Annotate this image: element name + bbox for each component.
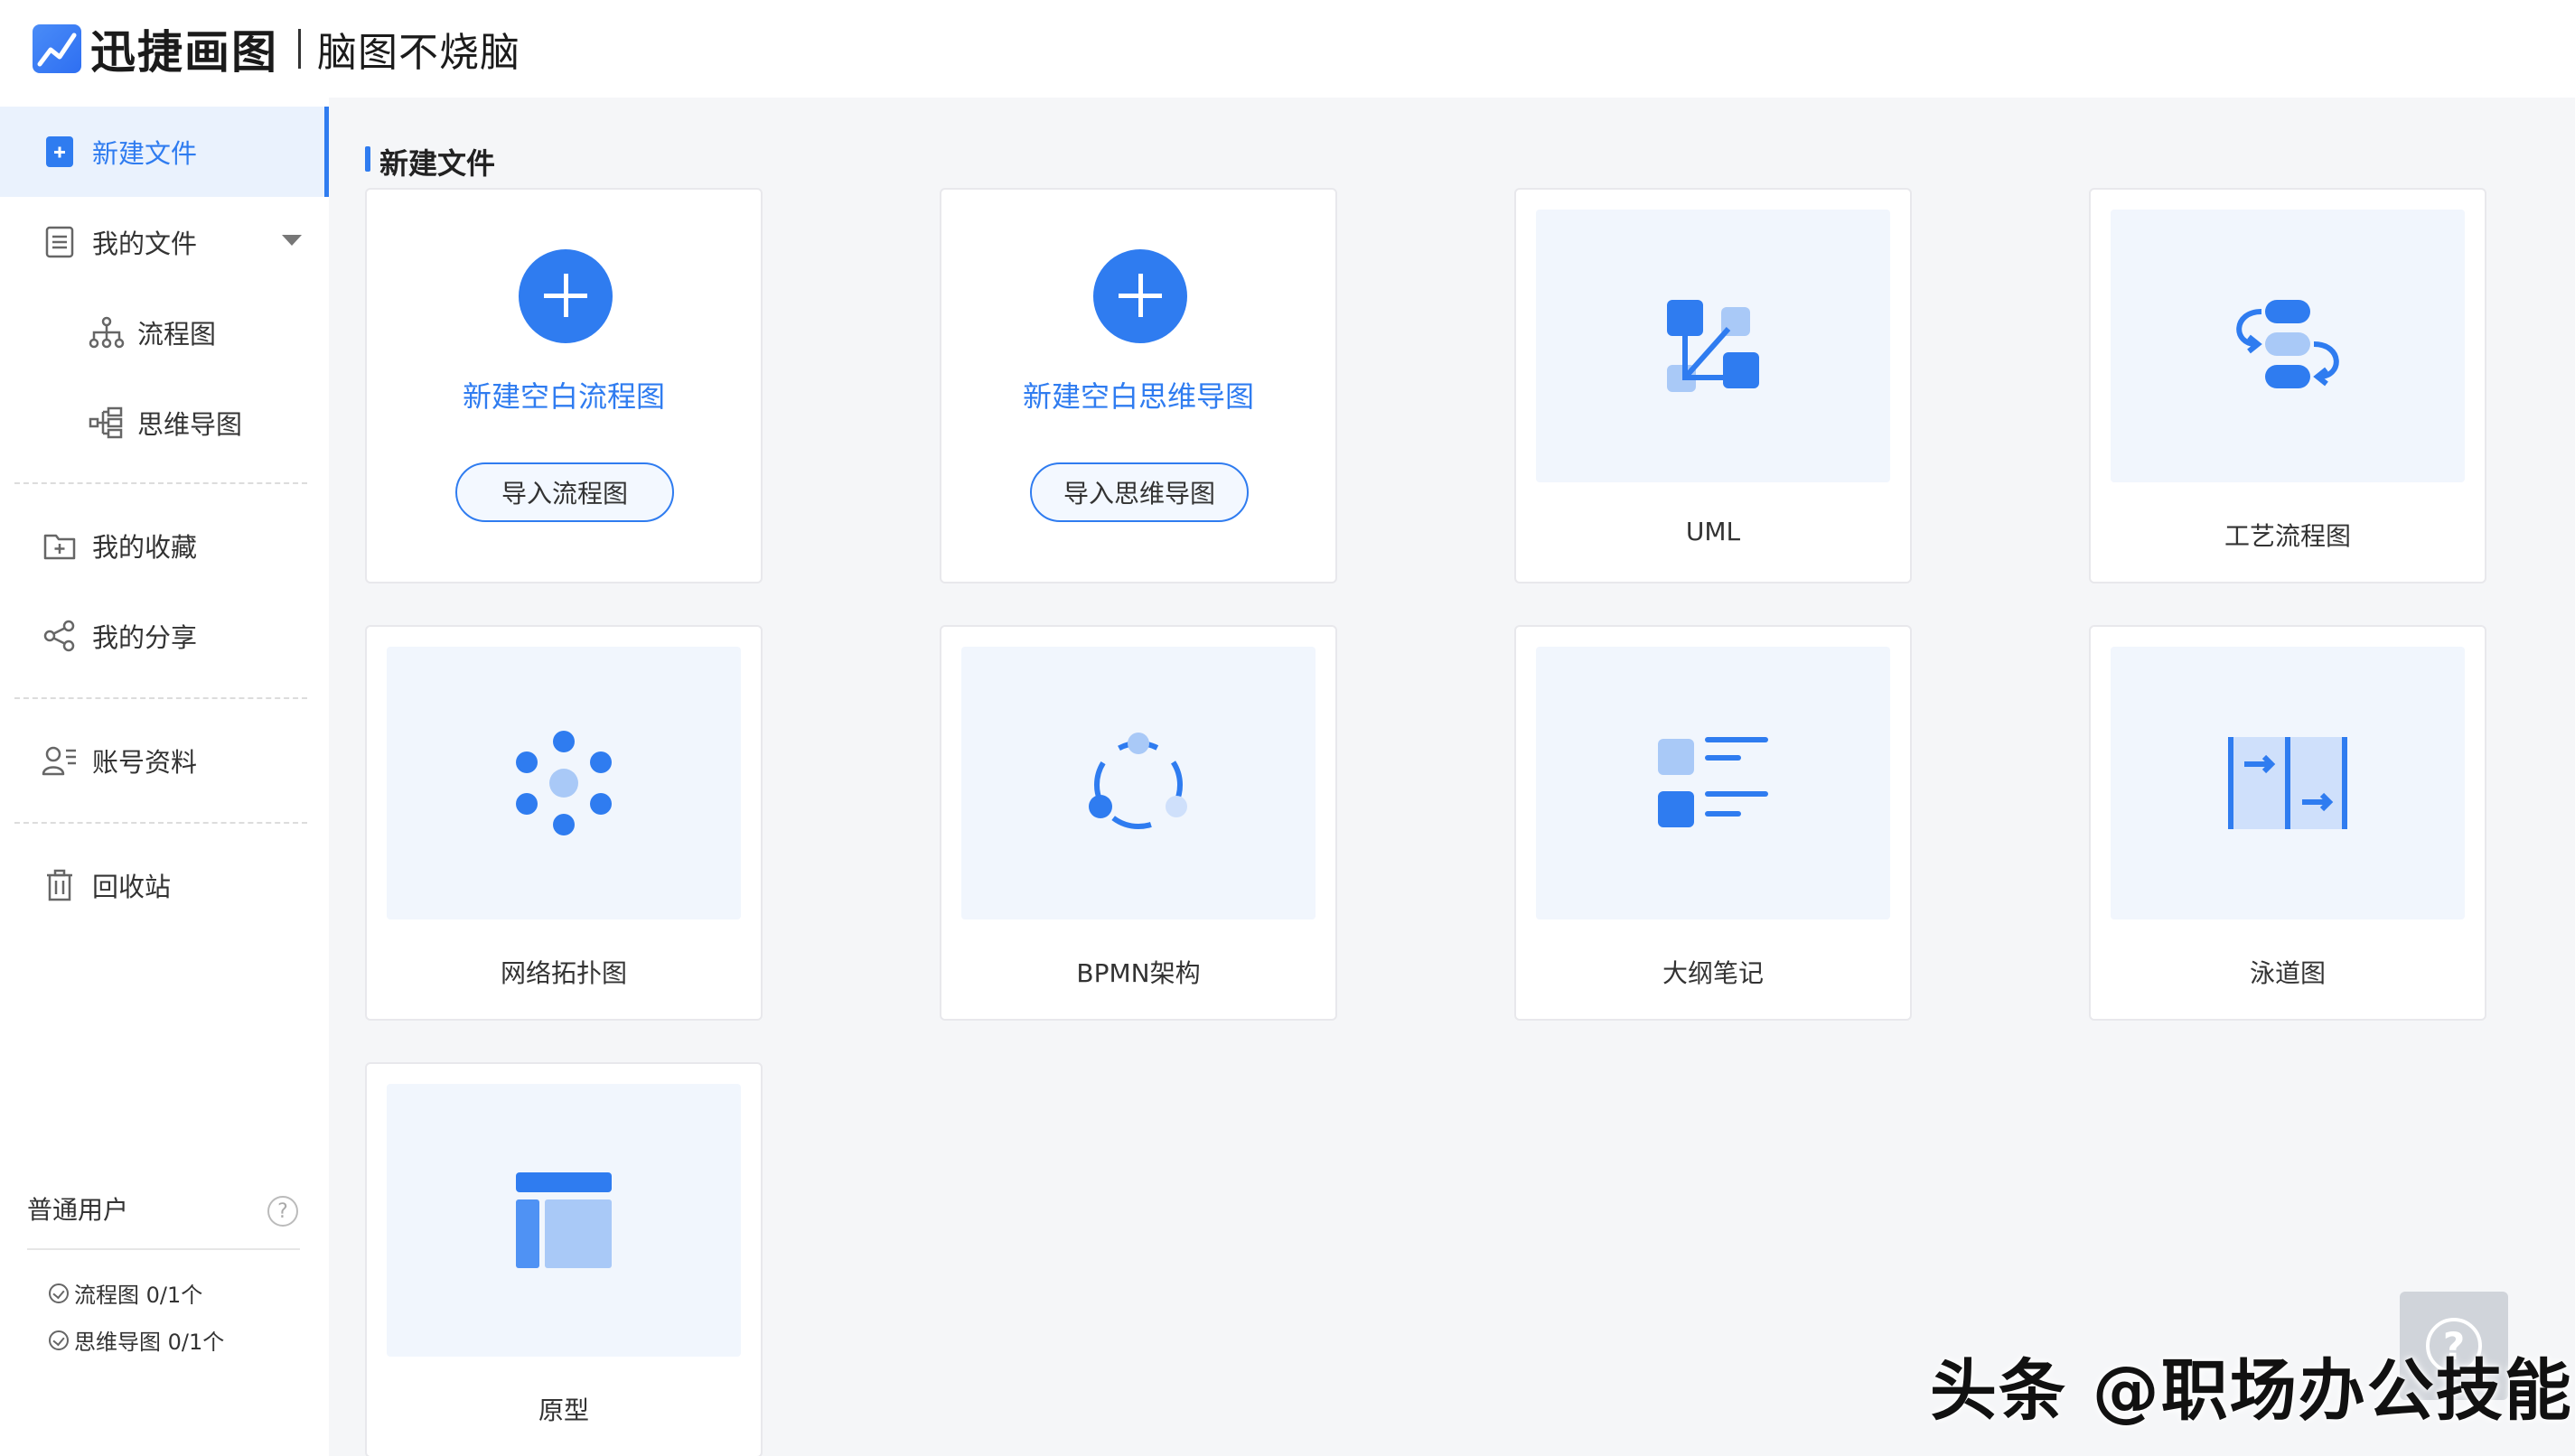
logo-separator bbox=[298, 29, 301, 69]
trash-icon bbox=[42, 867, 78, 903]
share-icon bbox=[42, 618, 78, 654]
new-file-icon bbox=[42, 134, 78, 170]
template-thumbnail bbox=[387, 1084, 741, 1357]
folder-plus-icon bbox=[42, 527, 78, 564]
process-flow-icon bbox=[2236, 300, 2339, 388]
template-thumbnail bbox=[1536, 210, 1890, 482]
check-circle-icon bbox=[49, 1283, 69, 1303]
app-header: 迅捷画图 脑图不烧脑 bbox=[0, 0, 2575, 98]
quota-label: 思维导图 0/1个 bbox=[74, 1330, 225, 1355]
template-thumbnail bbox=[961, 647, 1316, 919]
template-name: 原型 bbox=[538, 1395, 589, 1425]
sidebar-divider bbox=[14, 482, 307, 484]
template-thumbnail bbox=[387, 647, 741, 919]
template-thumbnail bbox=[2111, 210, 2465, 482]
sidebar-item-share[interactable]: 我的分享 bbox=[0, 591, 329, 681]
sidebar-item-my-files[interactable]: 我的文件 bbox=[0, 197, 329, 287]
logo-icon[interactable] bbox=[33, 24, 81, 73]
sidebar-item-favorites[interactable]: 我的收藏 bbox=[0, 500, 329, 591]
template-name: 工艺流程图 bbox=[2224, 521, 2351, 551]
template-card-network-topology[interactable]: 网络拓扑图 bbox=[365, 625, 763, 1021]
sidebar-item-mindmap[interactable]: 思维导图 bbox=[0, 378, 329, 468]
template-card-bpmn[interactable]: BPMN架构 bbox=[940, 625, 1337, 1021]
sidebar-item-label: 思维导图 bbox=[137, 409, 243, 440]
template-thumbnail bbox=[1536, 647, 1890, 919]
template-name: 网络拓扑图 bbox=[500, 958, 627, 988]
bpmn-icon bbox=[1089, 733, 1187, 829]
template-name: 泳道图 bbox=[2249, 958, 2326, 988]
template-name: 大纲笔记 bbox=[1662, 958, 1764, 988]
sidebar-item-account[interactable]: 账号资料 bbox=[0, 715, 329, 806]
swimlane-icon bbox=[2228, 737, 2347, 829]
sidebar-item-label: 账号资料 bbox=[92, 747, 198, 778]
sidebar-divider bbox=[14, 697, 307, 699]
main-content: 新建文件 新建空白流程图 导入流程图 新建空白思维导图 导入思维导图 UML 工… bbox=[329, 98, 2575, 1456]
network-topology-icon bbox=[516, 731, 612, 835]
plus-icon[interactable] bbox=[1093, 249, 1187, 343]
section-title: 新建文件 bbox=[365, 141, 495, 182]
sidebar-divider bbox=[14, 822, 307, 824]
check-circle-icon bbox=[49, 1330, 69, 1350]
user-divider bbox=[27, 1248, 300, 1250]
help-icon[interactable]: ? bbox=[267, 1196, 298, 1227]
app-name[interactable]: 迅捷画图 bbox=[90, 16, 278, 81]
sidebar-item-flowchart[interactable]: 流程图 bbox=[0, 287, 329, 378]
sidebar-item-new-file[interactable]: 新建文件 bbox=[0, 107, 329, 197]
quota-flowchart: 流程图 0/1个 bbox=[49, 1277, 202, 1309]
import-flowchart-button[interactable]: 导入流程图 bbox=[455, 462, 674, 522]
sidebar-item-label: 我的文件 bbox=[92, 229, 198, 259]
sidebar: 新建文件 我的文件 流程图 思维导图 我的收藏 我的分享 账号资料 回收站 普通… bbox=[0, 98, 329, 1456]
new-blank-flowchart-label[interactable]: 新建空白流程图 bbox=[367, 374, 761, 415]
mindmap-icon bbox=[89, 405, 125, 441]
uml-icon bbox=[1667, 300, 1759, 392]
sidebar-item-label: 流程图 bbox=[137, 319, 217, 350]
template-card-process-flow[interactable]: 工艺流程图 bbox=[2089, 188, 2486, 583]
sidebar-item-label: 我的收藏 bbox=[92, 532, 198, 563]
new-blank-flowchart-card[interactable]: 新建空白流程图 导入流程图 bbox=[365, 188, 763, 583]
user-type-label: 普通用户 bbox=[27, 1195, 129, 1225]
plus-icon[interactable] bbox=[519, 249, 613, 343]
document-icon bbox=[42, 224, 78, 260]
prototype-icon bbox=[516, 1172, 612, 1268]
watermark-text: 头条 @职场办公技能 bbox=[1930, 1352, 2573, 1430]
sidebar-item-label: 回收站 bbox=[92, 872, 172, 902]
new-blank-mindmap-label[interactable]: 新建空白思维导图 bbox=[941, 374, 1335, 415]
user-profile-icon bbox=[42, 742, 78, 779]
template-card-prototype[interactable]: 原型 bbox=[365, 1062, 763, 1456]
quota-label: 流程图 0/1个 bbox=[74, 1283, 203, 1308]
outline-notes-icon bbox=[1658, 737, 1768, 827]
quota-mindmap: 思维导图 0/1个 bbox=[49, 1324, 224, 1356]
template-card-swimlane[interactable]: 泳道图 bbox=[2089, 625, 2486, 1021]
template-thumbnail bbox=[2111, 647, 2465, 919]
sidebar-item-label: 我的分享 bbox=[92, 622, 198, 653]
hierarchy-icon bbox=[89, 314, 125, 350]
import-mindmap-button[interactable]: 导入思维导图 bbox=[1030, 462, 1249, 522]
chevron-down-icon[interactable] bbox=[282, 235, 302, 246]
sidebar-item-label: 新建文件 bbox=[92, 138, 198, 169]
template-card-outline-notes[interactable]: 大纲笔记 bbox=[1514, 625, 1912, 1021]
template-card-uml[interactable]: UML bbox=[1514, 188, 1912, 583]
new-blank-mindmap-card[interactable]: 新建空白思维导图 导入思维导图 bbox=[940, 188, 1337, 583]
app-slogan: 脑图不烧脑 bbox=[317, 30, 520, 76]
sidebar-item-trash[interactable]: 回收站 bbox=[0, 840, 329, 930]
template-name: UML bbox=[1685, 517, 1741, 546]
template-name: BPMN架构 bbox=[1076, 958, 1201, 988]
